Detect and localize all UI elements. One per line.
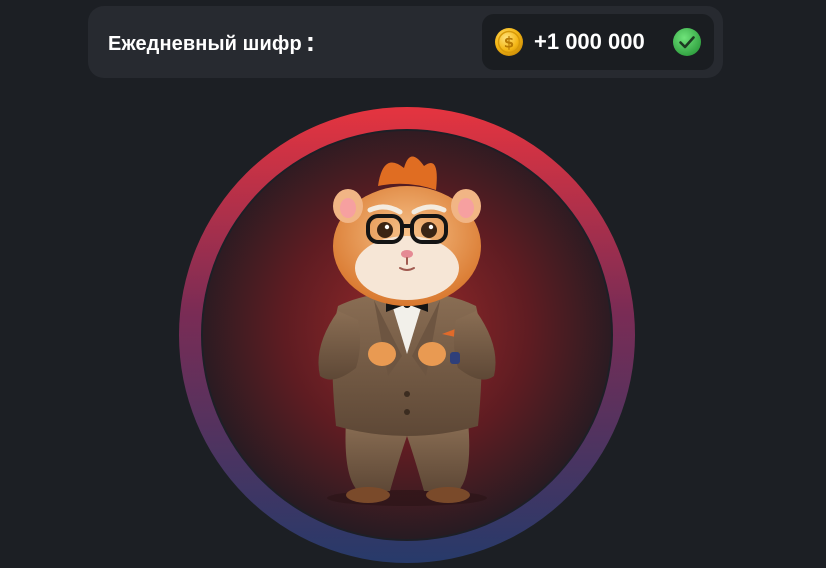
svg-text:$: $ — [504, 34, 514, 52]
reward-amount: +1 000 000 — [534, 29, 645, 54]
hamster-avatar[interactable] — [178, 106, 636, 564]
coin-icon: $ — [495, 28, 523, 56]
reward-badge: $ +1 000 000 — [482, 14, 714, 70]
hamster-mascot-icon[interactable] — [178, 106, 636, 564]
daily-cipher-screen: Ежедневный шифр: $ +1 000 000 — [0, 0, 826, 568]
check-circle-icon — [673, 28, 701, 56]
daily-cipher-title: Ежедневный шифр: — [108, 6, 315, 78]
daily-cipher-title-text: Ежедневный шифр — [108, 33, 302, 55]
daily-cipher-colon: : — [305, 26, 316, 57]
daily-cipher-banner[interactable]: Ежедневный шифр: $ +1 000 000 — [88, 6, 723, 78]
